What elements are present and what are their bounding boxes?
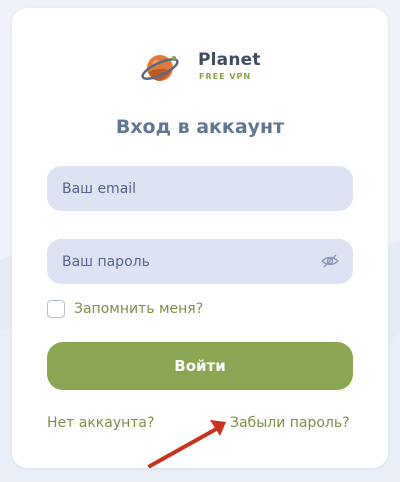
password-input[interactable]: Ваш пароль	[47, 239, 353, 284]
planet-logo: Planet FREE VPN	[140, 48, 261, 88]
logo-name: Planet	[198, 50, 261, 70]
remember-label[interactable]: Запомнить меня?	[74, 301, 203, 317]
password-placeholder: Ваш пароль	[62, 253, 150, 270]
eye-hidden-icon[interactable]	[321, 253, 339, 269]
logo-subtitle: FREE VPN	[199, 72, 252, 81]
forgot-password-link[interactable]: Забыли пароль?	[230, 415, 350, 431]
email-input[interactable]: Ваш email	[47, 166, 353, 211]
login-button[interactable]: Войти	[47, 342, 353, 390]
no-account-link[interactable]: Нет аккаунта?	[47, 415, 154, 431]
red-arrow-icon	[148, 420, 226, 468]
page-title: Вход в аккаунт	[115, 116, 285, 138]
email-placeholder: Ваш email	[62, 180, 137, 197]
remember-me[interactable]: Запомнить меня?	[47, 300, 203, 318]
remember-checkbox[interactable]	[47, 300, 65, 318]
planet-logo-icon	[141, 55, 179, 81]
